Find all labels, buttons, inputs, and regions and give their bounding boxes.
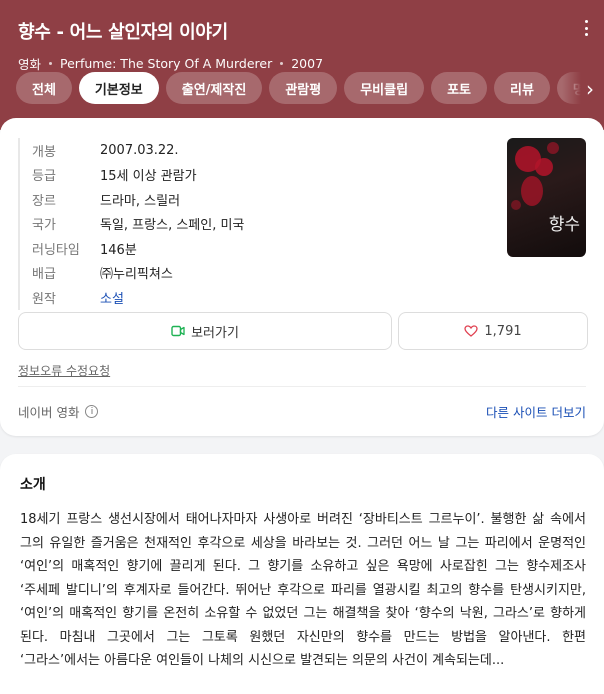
- tab-bar: 전체 기본정보 출연/제작진 관람평 무비클립 포토 리뷰 명대: [16, 72, 604, 106]
- more-options-icon[interactable]: [584, 20, 588, 36]
- divider: [18, 386, 586, 387]
- info-key: 러닝타임: [32, 242, 80, 258]
- category-label: 영화: [18, 57, 42, 72]
- info-key: 배급: [32, 267, 56, 283]
- info-icon[interactable]: i: [85, 405, 99, 418]
- like-count: 1,791: [484, 323, 522, 339]
- info-key: 원작: [32, 291, 56, 307]
- info-value: ㈜누리픽쳐스: [100, 267, 173, 283]
- tab-all[interactable]: 전체: [16, 72, 72, 104]
- intro-text: 18세기 프랑스 생선시장에서 태어나자마자 사생아로 버려진 ‘장바티스트 그…: [20, 512, 586, 668]
- tab-photos[interactable]: 포토: [431, 72, 487, 104]
- poster-title-text: 향수: [548, 215, 580, 235]
- like-button[interactable]: 1,791: [398, 312, 588, 350]
- separator-dot: [280, 62, 284, 65]
- info-value: 독일, 프랑스, 스페인, 미국: [100, 218, 245, 234]
- watch-label: 보러가기: [191, 325, 239, 341]
- info-row-rating: 등급 15세 이상 관람가: [32, 163, 502, 188]
- original-title: Perfume: The Story Of A Murderer: [60, 56, 273, 71]
- watch-button[interactable]: 보러가기: [18, 312, 392, 350]
- info-value: 드라마, 스릴러: [100, 193, 181, 209]
- movie-subline: 영화 Perfume: The Story Of A Murderer 2007: [18, 54, 586, 73]
- intro-card: 소개 18세기 프랑스 생선시장에서 태어나자마자 사생아로 버려진 ‘장바티스…: [0, 454, 604, 694]
- info-row-distributor: 배급 ㈜누리픽쳐스: [32, 261, 502, 286]
- basic-info-card: 개봉 2007.03.22. 등급 15세 이상 관람가 장르 드라마, 스릴러…: [0, 118, 604, 436]
- report-error-link[interactable]: 정보오류 수정요청: [18, 362, 110, 379]
- movie-title: 향수 - 어느 살인자의 이야기: [18, 22, 228, 43]
- tab-basic-info[interactable]: 기본정보: [78, 72, 159, 104]
- chevron-right-icon[interactable]: ›: [562, 72, 604, 106]
- info-value: 15세 이상 관람가: [100, 169, 197, 185]
- info-row-runtime: 러닝타임 146분: [32, 236, 502, 261]
- intro-title: 소개: [20, 477, 46, 493]
- info-row-country: 국가 독일, 프랑스, 스페인, 미국: [32, 212, 502, 237]
- info-row-genre: 장르 드라마, 스릴러: [32, 187, 502, 212]
- info-key: 개봉: [32, 144, 56, 160]
- info-key: 등급: [32, 169, 56, 185]
- source-label: 네이버 영화: [18, 405, 80, 420]
- info-value: 2007.03.22.: [100, 142, 179, 158]
- play-video-icon: [171, 325, 185, 337]
- tab-cast-crew[interactable]: 출연/제작진: [165, 72, 263, 104]
- movie-poster[interactable]: 향수: [507, 138, 586, 257]
- info-row-release: 개봉 2007.03.22.: [32, 138, 502, 163]
- tab-reviews-rating[interactable]: 관람평: [269, 72, 338, 104]
- original-work-link[interactable]: 소설: [100, 288, 124, 307]
- separator-dot: [49, 62, 53, 65]
- info-row-original-work: 원작 소설: [32, 285, 502, 310]
- tab-movie-clips[interactable]: 무비클립: [344, 72, 425, 104]
- more-sites-link[interactable]: 다른 사이트 더보기: [486, 402, 586, 421]
- info-list: 개봉 2007.03.22. 등급 15세 이상 관람가 장르 드라마, 스릴러…: [18, 138, 502, 310]
- release-year: 2007: [291, 56, 324, 71]
- info-key: 장르: [32, 193, 56, 209]
- heart-icon: [464, 325, 479, 337]
- info-value: 146분: [100, 242, 137, 258]
- movie-header: 향수 - 어느 살인자의 이야기 영화 Perfume: The Story O…: [0, 0, 604, 130]
- tab-reviews[interactable]: 리뷰: [493, 72, 550, 104]
- source-info: 네이버 영화 i: [18, 402, 99, 421]
- info-key: 국가: [32, 218, 56, 234]
